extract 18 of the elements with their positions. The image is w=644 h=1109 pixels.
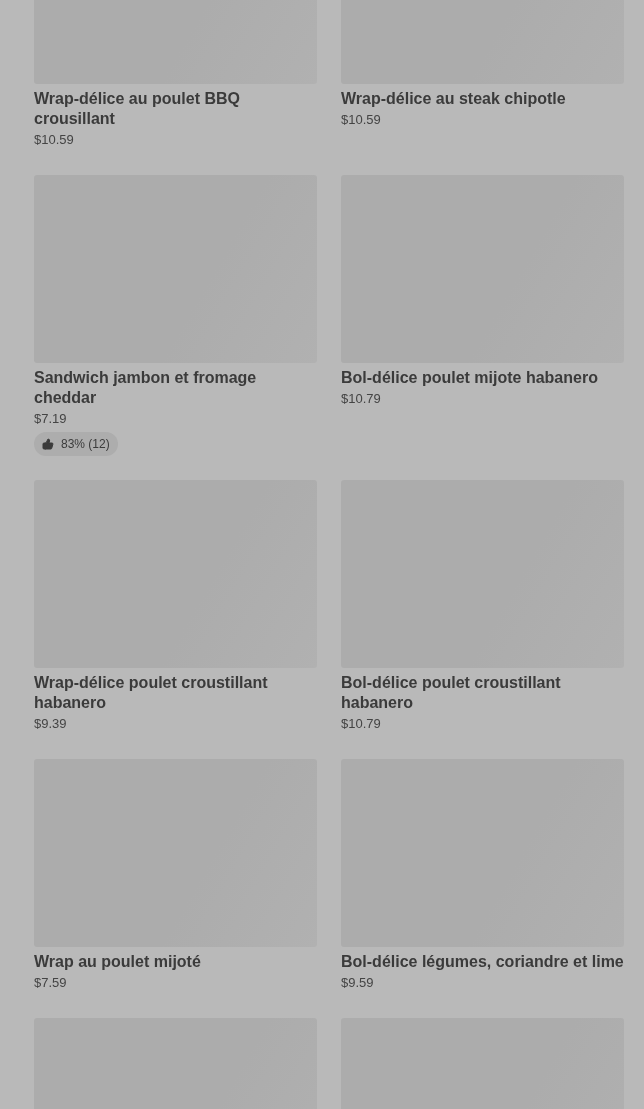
item-price: $10.59 (341, 111, 382, 129)
item-price: $10.79 (341, 390, 382, 408)
item-name: Wrap-délice au poulet BBQ crousillant (34, 89, 241, 129)
item-name: Wrap-délice poulet croustillant habanero (34, 673, 269, 713)
item-price: $9.39 (34, 715, 68, 733)
item-name: Bol-délice poulet croustillant habanero (341, 673, 562, 713)
item-name: Bol-délice légumes, coriandre et lime (341, 952, 624, 972)
item-price: $10.79 (341, 715, 382, 733)
item-name: Sandwich jambon et fromage cheddar (34, 368, 258, 408)
item-price: $7.59 (34, 974, 68, 992)
rating-text: 83% (12) (61, 437, 110, 451)
item-name: Bol-délice poulet mijote habanero (341, 368, 599, 388)
item-name: Wrap-délice au steak chipotle (341, 89, 567, 109)
item-price: $10.59 (34, 131, 75, 149)
item-price: $9.59 (341, 974, 375, 992)
item-name: Wrap au poulet mijoté (34, 952, 202, 972)
thumbs-up-icon (42, 438, 54, 450)
item-price: $7.19 (34, 410, 68, 428)
